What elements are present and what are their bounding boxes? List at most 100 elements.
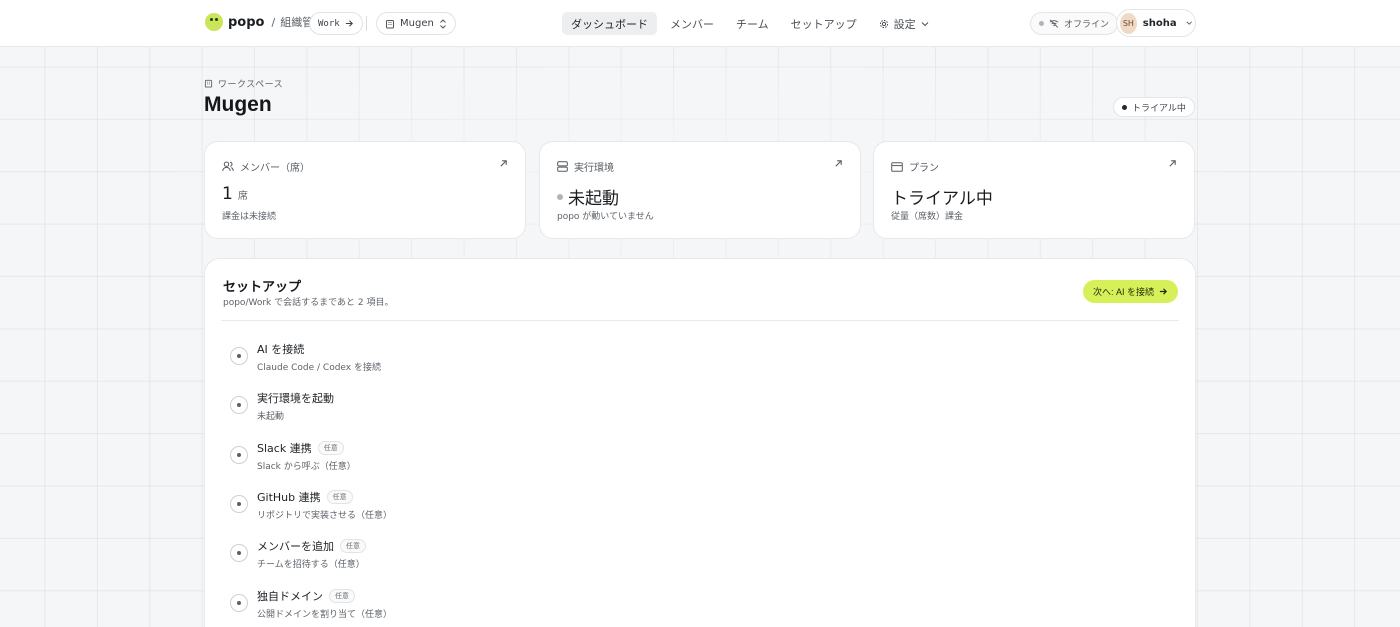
credit-card-icon (891, 161, 903, 172)
arrow-up-right-icon[interactable] (834, 159, 843, 168)
users-icon (222, 161, 234, 172)
user-name: shoha (1142, 17, 1177, 29)
setup-step-connect-ai[interactable]: AI を接続 Claude Code / Codex を接続 (230, 341, 381, 373)
plan-card-label: プラン (909, 163, 939, 174)
step-description: チームを招待する（任意） (257, 560, 365, 570)
plan-status: トライアル中 (891, 189, 993, 209)
brand-name: popo (228, 14, 265, 30)
nav-settings-label: 設定 (893, 17, 916, 31)
step-status-icon (230, 396, 248, 414)
step-title: メンバーを追加 (257, 540, 334, 553)
members-unit: 席 (237, 191, 248, 202)
nav-setup[interactable]: セットアップ (782, 12, 866, 35)
nav-settings[interactable]: 設定 (870, 12, 938, 35)
step-title: GitHub 連携 (257, 491, 321, 504)
main-nav: ダッシュボード メンバー チーム セットアップ 設定 (562, 12, 938, 35)
building-icon (204, 79, 213, 88)
status-dot (1039, 21, 1044, 26)
nav-dashboard-label: ダッシュボード (571, 17, 648, 31)
arrow-right-icon (345, 20, 353, 27)
chevron-up-down-icon (439, 18, 446, 29)
arrow-up-right-icon[interactable] (499, 159, 508, 168)
workspace-name: Mugen (400, 18, 434, 29)
members-card-label: メンバー（席） (240, 163, 310, 174)
nav-dashboard[interactable]: ダッシュボード (562, 12, 657, 35)
setup-step-custom-domain[interactable]: 独自ドメイン 任意 公開ドメインを割り当て（任意） (230, 588, 392, 620)
status-badge-label: トライアル中 (1132, 103, 1186, 114)
step-description: Slack から呼ぶ（任意） (257, 462, 356, 472)
step-description: 未起動 (257, 412, 285, 422)
step-description: Claude Code / Codex を接続 (257, 363, 381, 373)
server-icon (557, 161, 568, 172)
runtime-card-subtext: popo が動いていません (557, 212, 654, 222)
setup-step-github[interactable]: GitHub 連携 任意 リポジトリで実装させる（任意） (230, 489, 392, 521)
brand-separator: / (271, 15, 276, 29)
status-badge: トライアル中 (1113, 97, 1195, 117)
divider (221, 320, 1179, 321)
members-card-value: 1 席 (222, 184, 248, 204)
plan-card[interactable]: プラン トライアル中 従量（席数）課金 (873, 141, 1195, 239)
runtime-card-header: 実行環境 (557, 159, 614, 174)
step-description: リポジトリで実装させる（任意） (257, 511, 393, 521)
runtime-status: 未起動 (568, 189, 619, 209)
optional-tag: 任意 (340, 539, 366, 553)
next-step-button[interactable]: 次へ: AI を接続 (1082, 280, 1178, 303)
members-card-header: メンバー（席） (222, 159, 310, 174)
nav-setup-label: セットアップ (790, 17, 857, 31)
brand[interactable]: popo / 組織管理 (205, 13, 324, 31)
arrow-right-icon (1159, 288, 1168, 295)
step-title: 独自ドメイン (257, 590, 323, 603)
connection-status-label: オフライン (1064, 20, 1110, 30)
plan-card-header: プラン (891, 159, 939, 174)
setup-subtitle: popo/Work で会話するまであと 2 項目。 (223, 298, 394, 308)
chevron-down-icon (921, 21, 929, 26)
divider (366, 16, 367, 31)
nav-team[interactable]: チーム (727, 12, 778, 35)
optional-tag: 任意 (326, 490, 353, 504)
step-status-icon (230, 347, 248, 365)
wifi-off-icon (1049, 19, 1059, 28)
work-link-button[interactable]: Work (309, 12, 363, 35)
step-title: 実行環境を起動 (257, 392, 334, 405)
setup-title: セットアップ (223, 280, 302, 295)
runtime-card[interactable]: 実行環境 未起動 popo が動いていません (539, 141, 861, 239)
section-label-text: ワークスペース (218, 80, 284, 90)
step-status-icon (230, 446, 248, 464)
setup-panel: セットアップ popo/Work で会話するまであと 2 項目。 次へ: AI … (204, 258, 1196, 627)
work-label: Work (318, 18, 340, 29)
step-title: AI を接続 (257, 343, 305, 356)
connection-status-badge: オフライン (1030, 12, 1119, 35)
nav-members-label: メンバー (670, 17, 714, 31)
setup-step-add-members[interactable]: メンバーを追加 任意 チームを招待する（任意） (230, 538, 366, 570)
runtime-card-label: 実行環境 (574, 163, 614, 174)
optional-tag: 任意 (317, 441, 344, 455)
step-title: Slack 連携 (257, 442, 312, 455)
arrow-up-right-icon[interactable] (1168, 159, 1177, 168)
nav-members[interactable]: メンバー (661, 12, 723, 35)
section-label: ワークスペース (204, 77, 283, 90)
building-icon (386, 19, 394, 28)
top-navigation-bar: popo / 組織管理 Work Mugen ダッシュボード メンバー チーム … (0, 0, 1400, 47)
step-status-icon (230, 594, 248, 612)
runtime-card-value: 未起動 (557, 184, 619, 209)
runtime-status-dot (557, 193, 563, 200)
avatar: SH (1120, 12, 1137, 34)
setup-step-slack[interactable]: Slack 連携 任意 Slack から呼ぶ（任意） (230, 440, 356, 472)
plan-card-value: トライアル中 (891, 184, 993, 209)
setup-step-start-runtime[interactable]: 実行環境を起動 未起動 (230, 390, 334, 422)
chevron-down-icon (1186, 21, 1192, 25)
popo-logo-icon (205, 13, 223, 31)
step-status-icon (230, 544, 248, 562)
members-count: 1 (222, 184, 233, 204)
next-step-label: 次へ: AI を接続 (1092, 287, 1154, 297)
workspace-switcher[interactable]: Mugen (376, 12, 456, 35)
step-status-icon (230, 495, 248, 513)
optional-tag: 任意 (329, 589, 355, 603)
status-dot (1122, 104, 1127, 110)
members-card[interactable]: メンバー（席） 1 席 課金は未接続 (204, 141, 526, 239)
page-title: Mugen (204, 93, 272, 116)
members-card-subtext: 課金は未接続 (222, 212, 277, 222)
step-description: 公開ドメインを割り当て（任意） (257, 610, 393, 620)
user-menu[interactable]: SH shoha (1116, 9, 1196, 37)
gear-icon (879, 19, 888, 28)
